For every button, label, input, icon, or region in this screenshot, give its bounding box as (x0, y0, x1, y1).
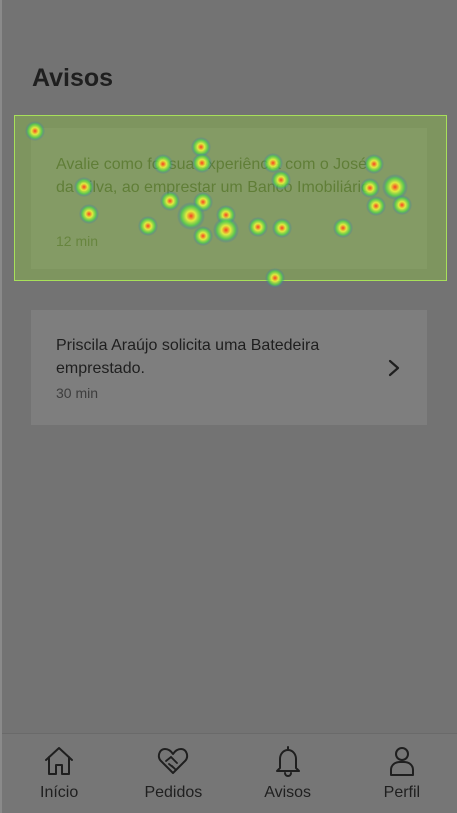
tab-inicio[interactable]: Início (2, 734, 116, 813)
tab-label: Perfil (383, 784, 421, 801)
tab-pedidos[interactable]: Pedidos (116, 734, 230, 813)
highlight-overlay (14, 115, 447, 281)
tab-label: Avisos (264, 784, 312, 801)
bell-icon (275, 746, 300, 777)
notification-text: Priscila Araújo solicita uma Batedeira e… (56, 337, 320, 377)
chevron-right-icon (388, 359, 400, 377)
notification-card[interactable]: Priscila Araújo solicita uma Batedeira e… (31, 310, 427, 425)
tab-label: Início (40, 784, 79, 801)
tab-label: Pedidos (144, 784, 203, 801)
user-icon (389, 747, 414, 776)
bottom-tab-bar: Início Pedidos Avisos Perfil (2, 733, 457, 813)
tab-avisos[interactable]: Avisos (231, 734, 345, 813)
page-title: Avisos (32, 64, 114, 92)
notification-time: 30 min (56, 385, 99, 401)
tab-perfil[interactable]: Perfil (345, 734, 457, 813)
notifications-screen: Avisos Avalie como foi sua experiência c… (0, 0, 457, 813)
home-icon (45, 747, 74, 775)
handshake-heart-icon (158, 748, 189, 774)
